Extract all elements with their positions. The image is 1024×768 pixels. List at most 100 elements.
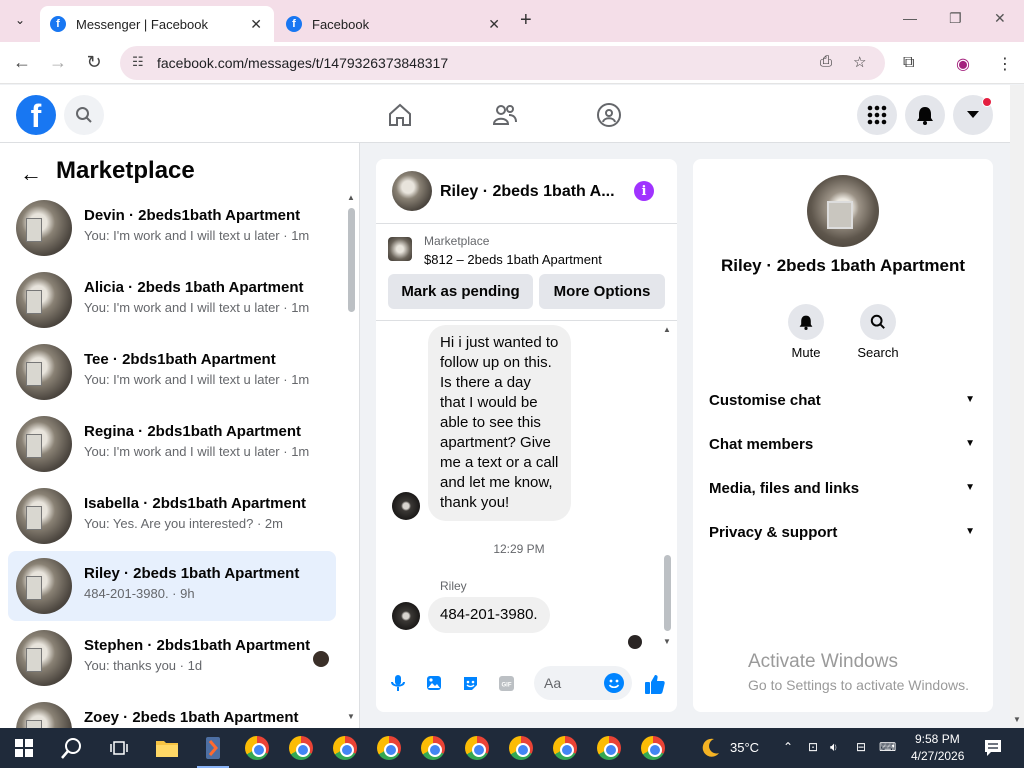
chrome-icon[interactable] — [639, 734, 667, 762]
chrome-icon[interactable] — [331, 734, 359, 762]
conversation-item[interactable]: Zoey · 2beds 1bath Apartment — [8, 695, 336, 728]
chrome-icon[interactable] — [551, 734, 579, 762]
back-arrow-icon[interactable]: ← — [20, 161, 42, 187]
avatar[interactable] — [392, 171, 432, 211]
omnibox[interactable]: ☷ facebook.com/messages/t/14793263738483… — [120, 46, 885, 80]
browser-menu-icon[interactable]: ⋮ — [997, 54, 1013, 74]
chrome-icon[interactable] — [463, 734, 491, 762]
message-input[interactable]: Aa — [534, 666, 632, 700]
info-icon[interactable]: i — [634, 181, 654, 201]
bookmark-star-icon[interactable]: ☆ — [853, 53, 866, 71]
chrome-icon[interactable] — [419, 734, 447, 762]
forward-icon[interactable]: → — [47, 52, 69, 73]
chrome-icon[interactable] — [507, 734, 535, 762]
thumbs-up-icon[interactable] — [644, 673, 666, 701]
conversation-item-selected[interactable]: Riley · 2beds 1bath Apartment 484-201-39… — [8, 551, 336, 621]
conversation-item[interactable]: Devin · 2beds1bath Apartment You: I'm wo… — [8, 193, 336, 263]
search-icon[interactable] — [64, 95, 104, 135]
microphone-icon[interactable] — [389, 674, 407, 692]
close-tab-icon[interactable]: ✕ — [250, 16, 262, 33]
mute-label[interactable]: Mute — [776, 345, 836, 360]
extensions-icon[interactable]: ⧉ — [903, 54, 914, 72]
privacy-support-section[interactable]: Privacy & support ▼ — [709, 524, 979, 546]
mark-as-pending-button[interactable]: Mark as pending — [388, 274, 533, 309]
new-tab-button[interactable]: + — [520, 10, 532, 30]
windows-start-icon[interactable] — [10, 734, 38, 762]
close-tab-icon[interactable]: ✕ — [488, 16, 500, 33]
avatar[interactable] — [807, 175, 879, 247]
conversation-scrollbar[interactable]: ▲ ▼ — [346, 193, 356, 723]
search-label[interactable]: Search — [848, 345, 908, 360]
groups-icon[interactable] — [595, 101, 623, 129]
conversation-item[interactable]: Alicia · 2beds 1bath Apartment You: I'm … — [8, 265, 336, 335]
minimize-icon[interactable]: — — [903, 10, 917, 26]
scroll-up-icon[interactable]: ▲ — [347, 193, 355, 202]
scroll-up-icon[interactable]: ▲ — [663, 325, 671, 334]
scroll-down-icon[interactable]: ▼ — [347, 712, 355, 721]
scrollbar-thumb[interactable] — [348, 208, 355, 312]
message-bubble[interactable]: Hi i just wanted to follow up on this. I… — [428, 325, 571, 521]
search-icon[interactable] — [860, 304, 896, 340]
photo-icon[interactable] — [425, 674, 443, 692]
media-files-links-section[interactable]: Media, files and links ▼ — [709, 480, 979, 502]
meet-now-icon[interactable]: ⊡ — [808, 740, 818, 754]
show-hidden-icons[interactable]: ⌃ — [783, 740, 793, 754]
sticker-icon[interactable] — [461, 674, 479, 692]
more-options-button[interactable]: More Options — [539, 274, 665, 309]
listing-label: Marketplace — [424, 234, 490, 248]
network-icon[interactable]: ⊟ — [856, 740, 866, 754]
conversation-item[interactable]: Isabella · 2bds1bath Apartment You: Yes.… — [8, 481, 336, 551]
conversation-item[interactable]: Tee · 2bds1bath Apartment You: I'm work … — [8, 337, 336, 407]
scrollbar-thumb[interactable] — [664, 555, 671, 631]
listing-price[interactable]: $812 – 2beds 1bath Apartment — [424, 252, 602, 267]
menu-grid-icon[interactable] — [857, 95, 897, 135]
notifications-bell-icon[interactable] — [905, 95, 945, 135]
file-explorer-icon[interactable] — [153, 734, 181, 762]
scroll-down-icon[interactable]: ▼ — [1013, 715, 1021, 724]
gif-icon[interactable]: GIF — [497, 674, 515, 692]
notifications-icon[interactable] — [979, 734, 1007, 762]
page-scrollbar[interactable]: ▼ — [1010, 85, 1024, 728]
close-window-icon[interactable]: ✕ — [994, 10, 1006, 27]
chat-title[interactable]: Riley · 2beds 1bath A... — [440, 183, 618, 201]
address-bar-row: ← → ↻ ☷ facebook.com/messages/t/14793263… — [0, 42, 1024, 84]
chrome-icon[interactable] — [243, 734, 271, 762]
restore-icon[interactable]: ❐ — [949, 10, 962, 27]
message-bubble[interactable]: 484-201-3980. — [428, 597, 550, 633]
friends-icon[interactable] — [491, 101, 519, 129]
notification-dot — [982, 97, 992, 107]
chrome-icon[interactable] — [287, 734, 315, 762]
scroll-down-icon[interactable]: ▼ — [663, 637, 671, 646]
tab-search-button[interactable]: ⌄ — [6, 8, 34, 32]
activate-windows-subtitle: Go to Settings to activate Windows. — [748, 677, 969, 693]
weather-moon-icon[interactable] — [696, 734, 724, 762]
weather-temp[interactable]: 35°C — [730, 740, 759, 755]
tab-facebook[interactable]: f Facebook ✕ — [276, 6, 512, 42]
conversation-item[interactable]: Regina · 2bds1bath Apartment You: I'm wo… — [8, 409, 336, 479]
home-icon[interactable] — [386, 101, 414, 129]
facebook-logo-icon[interactable]: f — [16, 95, 56, 135]
sender-avatar — [392, 602, 420, 630]
conversation-item[interactable]: Stephen · 2bds1bath Apartment You: thank… — [8, 623, 336, 693]
tab-messenger[interactable]: f Messenger | Facebook ✕ — [40, 6, 274, 42]
app-icon[interactable] — [199, 734, 227, 762]
taskbar-search-icon[interactable] — [58, 734, 86, 762]
chrome-icon[interactable] — [595, 734, 623, 762]
clock-time[interactable]: 9:58 PM — [915, 732, 960, 746]
keyboard-icon[interactable]: ⌨ — [879, 740, 896, 754]
clock-date[interactable]: 4/27/2026 — [911, 749, 964, 763]
profile-icon[interactable]: ◉ — [956, 54, 970, 74]
emoji-icon[interactable] — [604, 673, 624, 693]
mute-bell-icon[interactable] — [788, 304, 824, 340]
site-info-icon[interactable]: ☷ — [132, 54, 144, 70]
chat-scrollbar[interactable]: ▲ ▼ — [663, 325, 673, 651]
chrome-icon[interactable] — [375, 734, 403, 762]
chat-members-section[interactable]: Chat members ▼ — [709, 436, 979, 458]
volume-icon[interactable]: 🔉︎ — [830, 740, 838, 755]
task-view-icon[interactable] — [105, 734, 133, 762]
reload-icon[interactable]: ↻ — [83, 52, 105, 73]
customise-chat-section[interactable]: Customise chat ▼ — [709, 392, 979, 414]
back-icon[interactable]: ← — [11, 52, 33, 73]
install-app-icon[interactable]: ⎙ — [820, 53, 832, 70]
listing-thumbnail[interactable] — [388, 237, 412, 261]
